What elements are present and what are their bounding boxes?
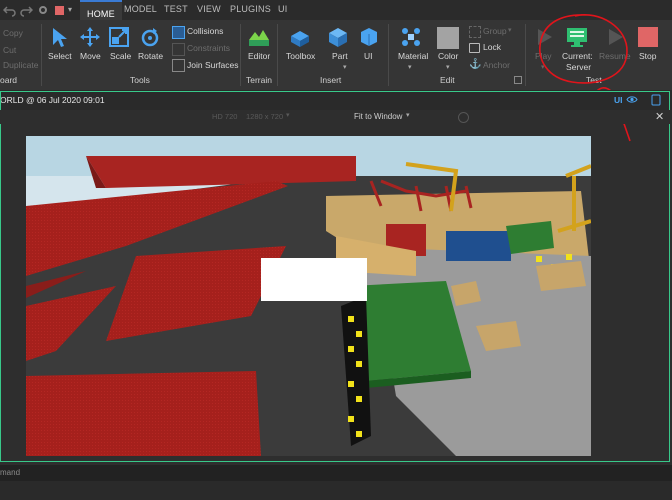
settings-icon[interactable] [36,3,50,17]
move-icon [80,27,100,47]
group-dropdown-icon[interactable]: ▾ [508,26,512,34]
rotate-button[interactable]: Rotate [138,51,163,61]
size-dropdown-icon[interactable]: ▾ [286,111,290,119]
resume-icon [609,29,623,45]
rotate-icon [141,28,159,47]
close-icon[interactable]: ✕ [655,110,664,123]
resume-button[interactable]: Resume [599,51,631,61]
tab-test[interactable]: TEST [164,4,188,14]
select-button[interactable]: Select [48,51,72,61]
material-button[interactable]: Material [398,51,428,61]
tab-home[interactable]: HOME [80,0,122,20]
white-ui-frame[interactable] [261,258,367,301]
server-monitor-icon [567,28,587,47]
viewport-toolbar: HD 720 1280 x 720 ▾ Fit to Window ▾ ✕ [0,110,672,124]
play-icon [538,29,552,45]
toolbox-button[interactable]: Toolbox [286,51,315,61]
stop-quick-icon[interactable] [55,6,64,15]
play-button[interactable]: Play [535,51,552,61]
ribbon: Copy Cut Duplicate oard Select Move Scal… [0,20,672,91]
group-button[interactable]: Group [483,26,507,36]
command-bar[interactable]: mand [0,465,672,481]
tab-ui[interactable]: UI [278,4,287,14]
ui-insert-button[interactable]: UI [364,51,373,61]
clipboard-group-label: oard [0,75,18,85]
copy-button[interactable]: Copy [3,28,23,38]
duplicate-button[interactable]: Duplicate [3,60,38,70]
test-group-label: Test [586,75,602,85]
constraints-icon [172,43,185,56]
fit-to-window-dropdown[interactable]: Fit to Window [354,112,402,121]
toolbox-icon [291,31,309,47]
resolution-label: HD 720 [212,112,238,121]
insert-group-label: Insert [320,75,342,85]
fit-dropdown-icon[interactable]: ▾ [406,111,410,119]
collisions-toggle[interactable]: Collisions [187,26,223,36]
tab-model[interactable]: MODEL [124,4,157,14]
color-button[interactable]: Color [438,51,458,61]
tab-view[interactable]: VIEW [197,4,221,14]
tools-group-label: Tools [130,75,150,85]
terrain-group-label: Terrain [246,75,272,85]
rotate-device-icon[interactable] [458,112,469,123]
terrain-editor-icon [249,30,269,46]
divider [277,24,278,86]
join-surfaces-icon [172,59,185,72]
join-surfaces-toggle[interactable]: Join Surfaces [187,60,239,70]
cut-button[interactable]: Cut [3,45,16,55]
status-area [0,481,672,500]
edit-group-label: Edit [440,75,455,85]
size-dropdown[interactable]: 1280 x 720 [246,112,283,121]
divider [240,24,241,86]
color-swatch-icon [437,27,459,49]
collisions-icon [172,26,185,39]
select-cursor-icon [53,28,67,47]
scale-button[interactable]: Scale [110,51,131,61]
divider [388,24,389,86]
terrain-editor-button[interactable]: Editor [248,51,270,61]
part-button[interactable]: Part [332,51,348,61]
play-dropdown-icon[interactable]: ▾ [541,63,545,71]
move-button[interactable]: Move [80,51,101,61]
stop-button[interactable]: Stop [639,51,657,61]
edit-settings-icon[interactable] [514,76,522,84]
stop-icon [638,27,658,47]
command-bar-label: mand [0,468,21,477]
part-dropdown-icon[interactable]: ▾ [343,63,347,71]
game-viewport[interactable] [26,136,591,456]
undo-icon[interactable] [3,3,17,17]
scene-render [26,136,591,456]
anchor-button[interactable]: Anchor [483,60,510,70]
redo-icon[interactable] [19,3,33,17]
scale-icon [109,27,129,47]
color-dropdown-icon[interactable]: ▾ [446,63,450,71]
part-icon [329,28,347,47]
current-server-label-line1[interactable]: Current: [562,51,593,61]
divider [41,24,42,86]
anchor-icon: ⚓ [469,59,482,70]
lock-button[interactable]: Lock [483,42,501,52]
lock-icon [469,43,480,53]
quick-access-dropdown-icon[interactable]: ▾ [68,5,72,14]
material-dropdown-icon[interactable]: ▾ [408,63,412,71]
ui-insert-icon [361,28,377,46]
ribbon-tab-bar: ▾ HOME MODEL TEST VIEW PLUGINS UI [0,0,672,20]
tab-plugins[interactable]: PLUGINS [230,4,271,14]
divider [525,24,526,86]
current-server-label-line2[interactable]: Server [566,62,591,72]
material-icon [402,28,420,46]
constraints-toggle[interactable]: Constraints [187,43,230,53]
group-icon [469,26,481,38]
